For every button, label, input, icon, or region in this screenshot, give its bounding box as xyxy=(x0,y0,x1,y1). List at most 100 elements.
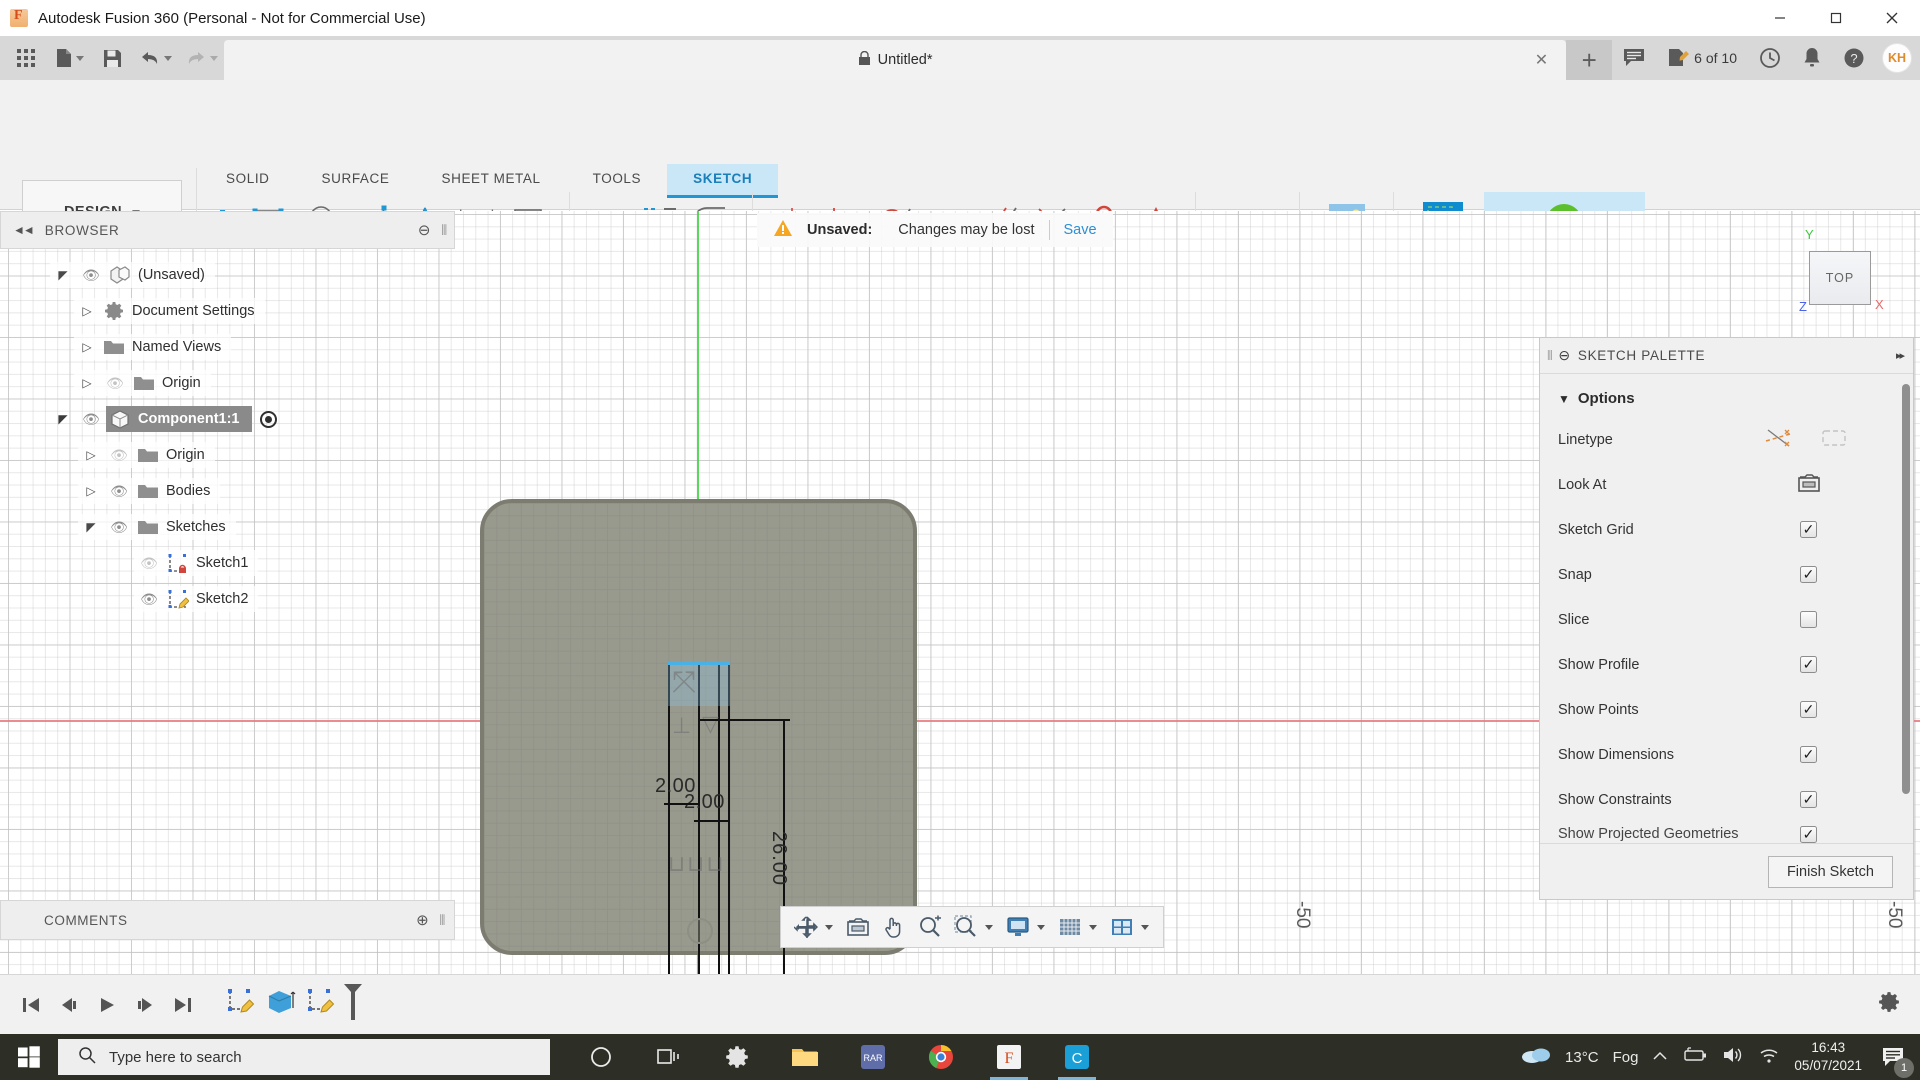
save-button[interactable] xyxy=(92,36,132,80)
go-to-beginning-icon[interactable] xyxy=(12,986,50,1024)
palette-scrollbar[interactable] xyxy=(1902,384,1910,794)
clock[interactable]: 16:43 05/07/2021 xyxy=(1794,1039,1862,1075)
weather-cloud-icon[interactable] xyxy=(1521,1045,1551,1069)
tree-item-named-views[interactable]: ▷ Named Views xyxy=(0,329,455,365)
viewcube-face[interactable]: TOP xyxy=(1809,251,1871,305)
minimize-panel-icon[interactable]: ⊖ xyxy=(418,221,431,239)
search-input[interactable]: Type here to search xyxy=(58,1039,550,1075)
settings-icon[interactable] xyxy=(708,1034,766,1080)
chevron-down-icon[interactable] xyxy=(75,55,84,61)
chevron-down-icon[interactable] xyxy=(985,924,993,930)
task-view-icon[interactable] xyxy=(640,1034,698,1080)
tree-item-document-settings[interactable]: ▷ Document Settings xyxy=(0,293,455,329)
help-icon[interactable]: ? xyxy=(1832,36,1876,80)
expand-panel-icon[interactable]: ▸▸ xyxy=(1896,349,1905,362)
chevron-down-icon[interactable] xyxy=(1037,924,1045,930)
avatar[interactable]: KH xyxy=(1882,43,1912,73)
timeline-marker[interactable] xyxy=(342,982,364,1027)
show-constraints-checkbox[interactable]: ✓ xyxy=(1800,791,1817,808)
visibility-eye-icon[interactable]: 👁 xyxy=(76,267,106,284)
twisty-closed-icon[interactable]: ▷ xyxy=(78,448,104,462)
dimension-label-height[interactable]: 26.00 xyxy=(767,831,790,886)
twisty-closed-icon[interactable]: ▷ xyxy=(74,304,100,318)
redo-button[interactable] xyxy=(178,36,224,80)
new-file-button[interactable] xyxy=(46,36,92,80)
perpendicular-constraint-glyph[interactable]: ⊥ xyxy=(672,713,691,739)
winrar-icon[interactable]: RAR xyxy=(844,1034,902,1080)
go-to-end-icon[interactable] xyxy=(164,986,202,1024)
step-back-icon[interactable] xyxy=(50,986,88,1024)
activate-component-radio[interactable] xyxy=(259,410,277,428)
wifi-icon[interactable] xyxy=(1758,1046,1780,1068)
save-link[interactable]: Save xyxy=(1064,222,1097,238)
construction-line-icon[interactable] xyxy=(1765,427,1791,453)
twisty-closed-icon[interactable]: ▷ xyxy=(74,340,100,354)
undo-button[interactable] xyxy=(132,36,178,80)
windows-start-icon[interactable] xyxy=(0,1034,58,1080)
minimize-panel-icon[interactable]: ⊖ xyxy=(1558,347,1570,364)
weather-condition[interactable]: Fog xyxy=(1613,1049,1639,1066)
visibility-eye-icon[interactable]: 👁 xyxy=(104,483,134,500)
chevron-down-icon[interactable] xyxy=(163,55,172,61)
twisty-open-icon[interactable]: ◤ xyxy=(78,520,104,534)
document-tab[interactable]: Untitled* ✕ xyxy=(224,40,1567,80)
parallel-constraint-glyph[interactable]: ▽ xyxy=(702,711,719,737)
app-grid-icon[interactable] xyxy=(6,36,46,80)
recent-activity-icon[interactable] xyxy=(1748,36,1792,80)
palette-row-show-points[interactable]: Show Points ✓ xyxy=(1540,687,1913,732)
pan-icon[interactable] xyxy=(877,908,911,946)
file-explorer-icon[interactable] xyxy=(776,1034,834,1080)
visibility-eye-off-icon[interactable]: 👁 xyxy=(134,555,164,572)
twisty-closed-icon[interactable]: ▷ xyxy=(74,376,100,390)
comments-panel-icon[interactable] xyxy=(1612,36,1656,80)
viewports-icon[interactable] xyxy=(1105,908,1139,946)
sketch-origin-point[interactable] xyxy=(687,918,713,944)
twisty-closed-icon[interactable]: ▷ xyxy=(78,484,104,498)
collapse-icon[interactable]: ◄◄ xyxy=(1,223,45,237)
add-comment-icon[interactable]: ⊕ xyxy=(416,911,429,929)
twisty-open-icon[interactable]: ◤ xyxy=(50,412,76,426)
look-at-icon[interactable] xyxy=(841,908,875,946)
tab-tools[interactable]: TOOLS xyxy=(567,164,668,195)
maximize-button[interactable] xyxy=(1808,0,1864,36)
visibility-eye-off-icon[interactable]: 👁 xyxy=(104,447,134,464)
visibility-eye-off-icon[interactable]: 👁 xyxy=(100,375,130,392)
job-status-indicator[interactable]: 6 of 10 xyxy=(1656,36,1748,80)
chevron-down-icon[interactable] xyxy=(825,924,833,930)
twisty-open-icon[interactable]: ◤ xyxy=(50,268,76,282)
resize-grip-icon[interactable]: ⦀ xyxy=(1540,348,1558,364)
app-icon[interactable]: C xyxy=(1048,1034,1106,1080)
look-at-icon[interactable] xyxy=(1797,472,1821,498)
visibility-eye-icon[interactable]: 👁 xyxy=(104,519,134,536)
close-button[interactable] xyxy=(1864,0,1920,36)
cortana-icon[interactable] xyxy=(572,1034,630,1080)
notifications-icon[interactable]: 1 xyxy=(1876,1040,1914,1078)
chevron-down-icon[interactable] xyxy=(1141,924,1149,930)
timeline-feature-sketch2[interactable] xyxy=(306,988,336,1021)
zoom-window-icon[interactable] xyxy=(949,908,983,946)
tree-item-sketch2[interactable]: 👁 Sketch2 xyxy=(0,581,455,617)
visibility-eye-icon[interactable]: 👁 xyxy=(134,591,164,608)
fusion360-icon[interactable]: F xyxy=(980,1034,1038,1080)
play-icon[interactable] xyxy=(88,986,126,1024)
palette-row-slice[interactable]: Slice xyxy=(1540,597,1913,642)
palette-row-show-constraints[interactable]: Show Constraints ✓ xyxy=(1540,777,1913,822)
palette-row-show-projected-geometries[interactable]: Show Projected Geometries ✓ xyxy=(1540,822,1913,843)
tab-sheet-metal[interactable]: SHEET METAL xyxy=(415,164,566,195)
sketch-grid-checkbox[interactable]: ✓ xyxy=(1800,521,1817,538)
orbit-icon[interactable] xyxy=(789,908,823,946)
options-section-header[interactable]: ▼ Options xyxy=(1540,384,1913,417)
grid-snaps-icon[interactable] xyxy=(1053,908,1087,946)
tree-item-origin-component[interactable]: ▷ 👁 Origin xyxy=(0,437,455,473)
visibility-eye-icon[interactable]: 👁 xyxy=(76,411,106,428)
centerline-icon[interactable] xyxy=(1821,427,1847,453)
tab-solid[interactable]: SOLID xyxy=(200,164,296,195)
timeline-settings-icon[interactable] xyxy=(1878,991,1900,1019)
resize-grip-icon[interactable]: ⦀ xyxy=(439,912,446,929)
tree-item-sketch1[interactable]: 👁 Sketch1 xyxy=(0,545,455,581)
chrome-icon[interactable] xyxy=(912,1034,970,1080)
step-forward-icon[interactable] xyxy=(126,986,164,1024)
minimize-button[interactable] xyxy=(1752,0,1808,36)
palette-row-show-dimensions[interactable]: Show Dimensions ✓ xyxy=(1540,732,1913,777)
comments-panel-header[interactable]: COMMENTS ⊕ ⦀ xyxy=(0,900,455,940)
